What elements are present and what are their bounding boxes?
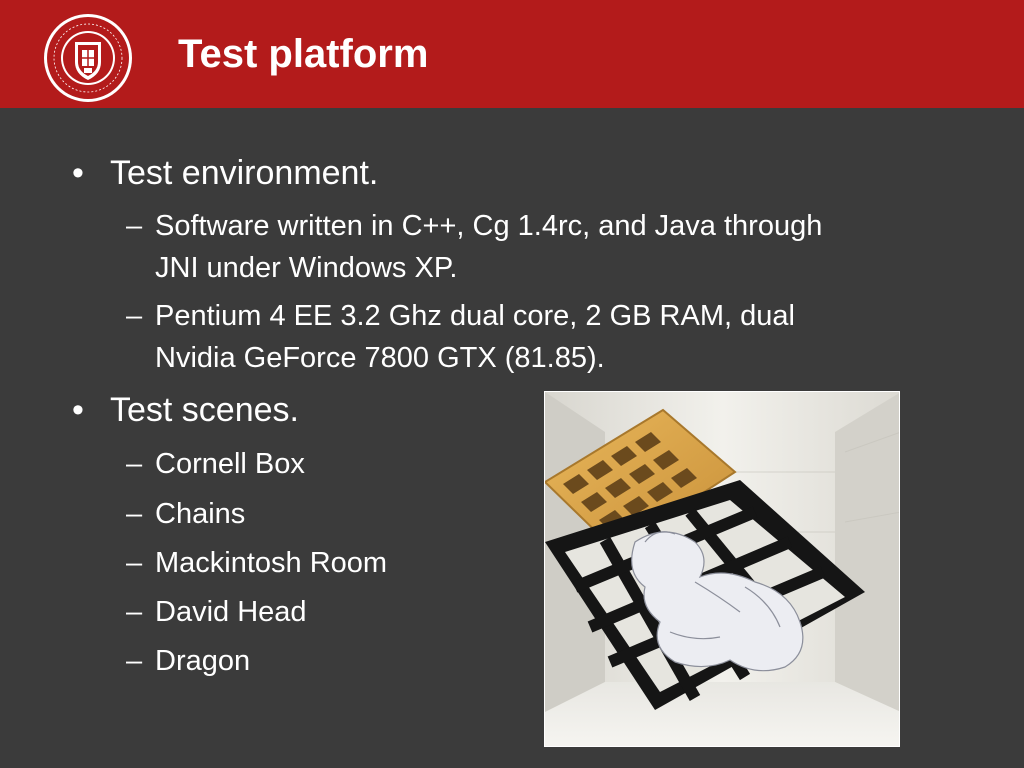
dash-marker: – [126, 596, 143, 628]
bullet-text: Test environment. [110, 154, 379, 192]
dash-marker: – [126, 547, 143, 579]
subbullet-line: Pentium 4 EE 3.2 Ghz dual core, 2 GB RAM… [155, 300, 795, 332]
dash-marker: – [126, 300, 143, 332]
dash-marker: – [126, 448, 143, 480]
subbullet-line: Chains [155, 498, 246, 530]
bullet-dot: • [72, 391, 84, 429]
subbullet-line: David Head [155, 596, 307, 628]
subbullet-line: Cornell Box [155, 448, 305, 480]
dash-marker: – [126, 645, 143, 677]
dragon-scene-illustration [545, 392, 899, 746]
dash-marker: – [126, 210, 143, 242]
bullet-text: Test scenes. [110, 391, 299, 429]
subbullet-line: Dragon [155, 645, 251, 677]
bullet-dot: • [72, 154, 84, 192]
subbullet-line: JNI under Windows XP. [155, 252, 458, 284]
subbullet-line: Software written in C++, Cg 1.4rc, and J… [155, 210, 823, 242]
subbullet-line: Nvidia GeForce 7800 GTX (81.85). [155, 342, 605, 374]
subbullet-line: Mackintosh Room [155, 547, 388, 579]
dash-marker: – [126, 498, 143, 530]
dragon-render-image [544, 391, 900, 747]
